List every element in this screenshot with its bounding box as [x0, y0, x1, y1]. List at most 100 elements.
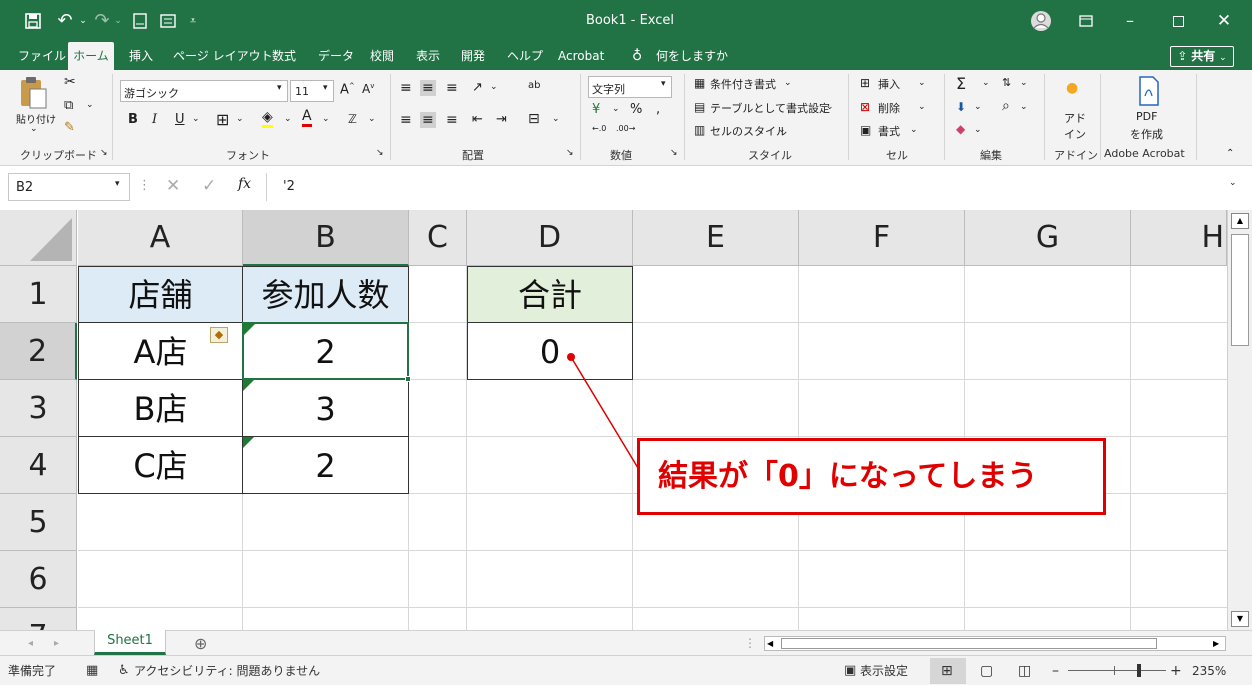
share-button[interactable]: ⇪ 共有 ⌄ [1170, 46, 1234, 67]
fill-color-icon[interactable]: ◈ [262, 110, 273, 128]
align-center-icon[interactable]: ≡ [420, 112, 436, 128]
decrease-font-icon[interactable]: Av [362, 82, 374, 96]
tab-formulas[interactable]: 数式 [272, 42, 296, 70]
zoom-slider[interactable] [1068, 670, 1166, 671]
currency-icon[interactable]: ¥ [592, 102, 600, 117]
comma-icon[interactable]: , [656, 102, 660, 117]
number-launcher-icon[interactable]: ↘ [670, 148, 678, 158]
maximize-icon[interactable] [1166, 0, 1190, 42]
orientation-icon[interactable]: ↗ [472, 80, 483, 95]
underline-dropdown-icon[interactable]: ⌄ [192, 114, 200, 124]
addins-label-2[interactable]: イン [1064, 126, 1086, 142]
borders-dropdown-icon[interactable]: ⌄ [236, 114, 244, 124]
scroll-up-icon[interactable]: ▲ [1231, 213, 1249, 229]
tab-home[interactable]: ホーム [68, 42, 114, 70]
cell-b2-active[interactable]: 2 [242, 322, 409, 380]
tab-file[interactable]: ファイル [18, 42, 66, 70]
find-dropdown-icon[interactable]: ⌄ [1020, 102, 1028, 112]
cell-a3[interactable]: B店 [78, 379, 243, 437]
tab-help[interactable]: ヘルプ [507, 42, 543, 70]
normal-view-icon[interactable]: ⊞ [941, 656, 953, 685]
page-break-view-icon[interactable]: ◫ [1018, 656, 1031, 685]
scroll-right-icon[interactable]: ▶ [1213, 637, 1219, 650]
row-header-1[interactable]: 1 [0, 266, 77, 323]
customize-qat-icon[interactable]: ⩡ [186, 0, 200, 42]
clear-dropdown-icon[interactable]: ⌄ [974, 125, 982, 135]
page-layout-view-icon[interactable]: ▢ [980, 656, 993, 685]
fill-down-icon[interactable]: ⬇ [956, 100, 966, 114]
font-name-box[interactable]: 游ゴシック ▾ [120, 80, 288, 102]
addins-label-1[interactable]: アド [1064, 110, 1086, 126]
merge-dropdown-icon[interactable]: ⌄ [552, 114, 560, 124]
ribbon-display-options-icon[interactable] [1076, 0, 1096, 42]
minimize-icon[interactable]: – [1118, 0, 1142, 42]
zoom-out-icon[interactable]: – [1052, 656, 1059, 685]
print-preview-icon[interactable] [130, 0, 150, 42]
tab-developer[interactable]: 開発 [461, 42, 485, 70]
new-sheet-icon[interactable]: ⊕ [194, 631, 207, 656]
vertical-scrollbar[interactable]: ▲ ▼ [1227, 210, 1252, 630]
phonetic-guide-icon[interactable]: ℤ [348, 112, 357, 126]
percent-icon[interactable]: % [630, 102, 642, 117]
font-launcher-icon[interactable]: ↘ [376, 148, 384, 158]
scroll-thumb[interactable] [1231, 234, 1249, 346]
split-handle-icon[interactable]: ⋮ [744, 631, 756, 656]
insert-function-icon[interactable]: fx [238, 176, 251, 192]
clipboard-launcher-icon[interactable]: ↘ [100, 148, 108, 158]
sort-dropdown-icon[interactable]: ⌄ [1020, 78, 1028, 88]
name-box[interactable]: B2 ▾ [8, 173, 130, 201]
tell-me-search[interactable]: 何をしますか [656, 42, 728, 70]
tab-review[interactable]: 校閲 [370, 42, 394, 70]
column-header-h[interactable]: H [1131, 210, 1227, 266]
cell-a4[interactable]: C店 [78, 436, 243, 494]
undo-icon[interactable]: ↶ [54, 0, 76, 42]
column-header-g[interactable]: G [965, 210, 1131, 266]
column-header-d[interactable]: D [467, 210, 633, 266]
error-warning-icon[interactable]: ◆ [210, 327, 228, 343]
formula-input[interactable]: '2 ⌄ [266, 173, 1246, 201]
column-header-e[interactable]: E [633, 210, 799, 266]
insert-cells-button[interactable]: 挿入 [878, 76, 900, 92]
row-header-4[interactable]: 4 [0, 437, 77, 494]
macro-record-icon[interactable]: ▦ [86, 656, 98, 685]
tab-data[interactable]: データ [318, 42, 354, 70]
row-header-6[interactable]: 6 [0, 551, 77, 608]
format-cells-button[interactable]: 書式 [878, 123, 900, 139]
font-color-dropdown-icon[interactable]: ⌄ [322, 114, 330, 124]
clear-icon[interactable]: ◆ [956, 122, 965, 136]
column-header-a[interactable]: A [78, 210, 243, 266]
cancel-entry-icon[interactable]: ✕ [166, 176, 180, 196]
bold-icon[interactable]: B [128, 112, 138, 127]
prev-sheet-icon[interactable]: ◂ [28, 631, 33, 656]
delete-cells-button[interactable]: 削除 [878, 100, 900, 116]
copy-icon[interactable]: ⧉ [64, 98, 73, 113]
underline-icon[interactable]: U [175, 112, 185, 127]
autosum-icon[interactable]: Σ [956, 74, 966, 93]
phonetic-dropdown-icon[interactable]: ⌄ [368, 114, 376, 124]
tab-acrobat[interactable]: Acrobat [558, 42, 604, 70]
borders-icon[interactable]: ⊞ [216, 110, 229, 129]
scroll-down-icon[interactable]: ▼ [1231, 611, 1249, 627]
cell-b1[interactable]: 参加人数 [242, 266, 409, 323]
redo-icon[interactable]: ↷ [92, 0, 112, 42]
horizontal-scrollbar[interactable]: ◀ ▶ [764, 636, 1226, 651]
autosum-dropdown-icon[interactable]: ⌄ [982, 78, 990, 88]
copy-dropdown-icon[interactable]: ⌄ [86, 100, 94, 110]
cell-a1[interactable]: 店舗 [78, 266, 243, 323]
h-scroll-thumb[interactable] [781, 638, 1157, 649]
column-header-f[interactable]: F [799, 210, 965, 266]
fill-handle[interactable] [405, 376, 411, 382]
collapse-ribbon-icon[interactable]: ⌃ [1226, 148, 1234, 159]
row-header-2[interactable]: 2 [0, 323, 77, 380]
paste-dropdown-icon[interactable]: ⌄ [30, 124, 38, 134]
find-select-icon[interactable]: ⌕ [1002, 98, 1010, 114]
accessibility-status[interactable]: アクセシビリティ: 問題ありません [134, 656, 320, 685]
display-settings-button[interactable]: 表示設定 [860, 656, 908, 685]
cell-styles-button[interactable]: セルのスタイル [710, 123, 787, 139]
tab-insert[interactable]: 挿入 [129, 42, 153, 70]
zoom-level[interactable]: 235% [1192, 656, 1226, 685]
increase-font-icon[interactable]: A^ [340, 82, 355, 97]
tab-page-layout[interactable]: ページ レイアウト [173, 42, 273, 70]
scroll-left-icon[interactable]: ◀ [767, 637, 773, 650]
cell-d2[interactable]: 0 [467, 322, 633, 380]
